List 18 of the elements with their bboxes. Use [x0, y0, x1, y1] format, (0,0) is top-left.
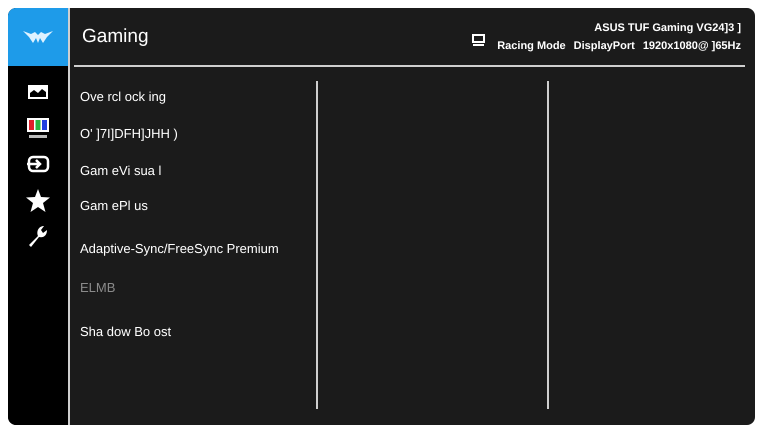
- menu-item[interactable]: O' ]7I]DFH]JHH ): [80, 126, 178, 141]
- resolution-label: 1920x1080@ ]65Hz: [642, 40, 741, 52]
- monitor-icon: [472, 34, 486, 46]
- wings-logo-icon: [23, 29, 53, 45]
- wrench-icon: [27, 224, 49, 248]
- menu-title: Gaming: [82, 26, 150, 48]
- menu-item[interactable]: Gam eVi sua l: [80, 163, 162, 178]
- menu-item[interactable]: Adaptive-Sync/FreeSync Premium: [80, 241, 279, 256]
- menu-item[interactable]: Gam ePl us: [80, 198, 148, 213]
- menu-item[interactable]: Sha dow Bo ost: [80, 324, 172, 339]
- image-icon: [27, 84, 49, 100]
- model-name: ASUS TUF Gaming VG24]3 ]: [594, 22, 741, 34]
- mode-label: Racing Mode: [497, 40, 566, 52]
- color-bars-icon: [26, 117, 50, 139]
- menu-item[interactable]: Ove rcl ock ing: [80, 89, 166, 104]
- input-label: DisplayPort: [574, 40, 635, 52]
- input-icon: [26, 155, 50, 173]
- star-icon: [26, 188, 50, 212]
